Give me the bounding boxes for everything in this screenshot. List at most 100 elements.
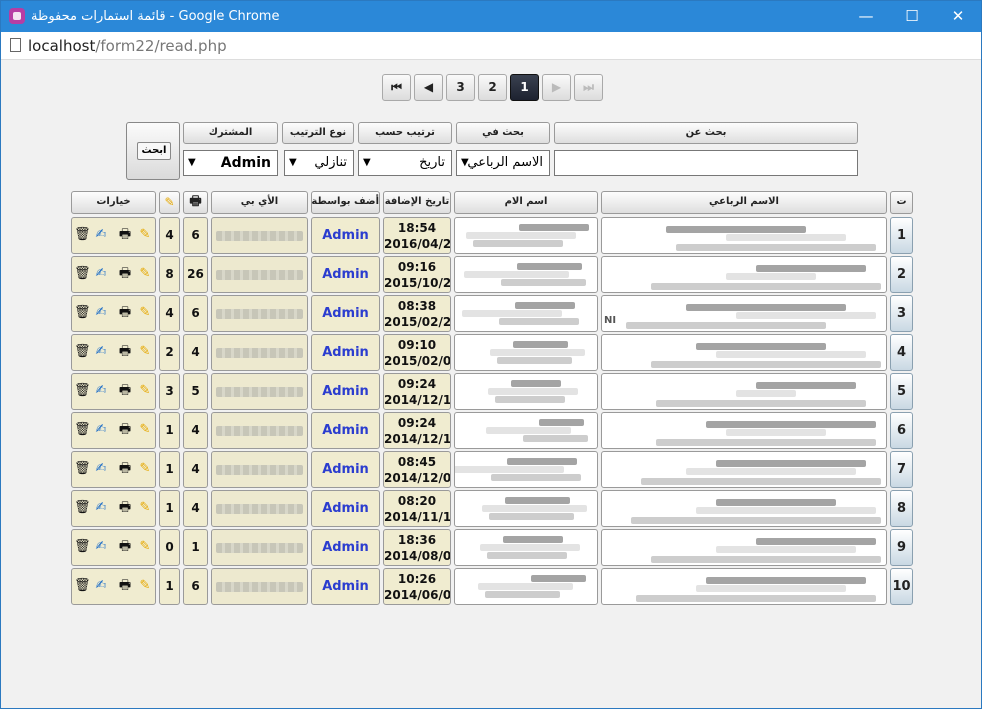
trash-icon[interactable]: 🗑 — [74, 306, 91, 320]
last-page-button[interactable]: ⏭ — [574, 74, 603, 101]
added-by-link[interactable]: Admin — [311, 334, 380, 371]
full-name-cell[interactable] — [601, 256, 887, 293]
search-in-select[interactable]: ▼ الاسم الرباعي — [456, 150, 550, 176]
added-by-link[interactable]: Admin — [311, 490, 380, 527]
full-name-cell[interactable] — [601, 217, 887, 254]
trash-icon[interactable]: 🗑 — [74, 228, 91, 242]
row-number[interactable]: 7 — [890, 451, 913, 488]
edit-doc-icon[interactable]: ✍ — [94, 228, 108, 242]
row-number[interactable]: 2 — [890, 256, 913, 293]
redacted-text — [499, 318, 579, 325]
printer-icon[interactable]: 🖶 — [118, 540, 132, 554]
trash-icon[interactable]: 🗑 — [74, 345, 91, 359]
pencil-icon[interactable]: ✎ — [138, 579, 152, 593]
trash-icon[interactable]: 🗑 — [74, 501, 91, 515]
redacted-text — [651, 361, 881, 368]
added-by-link[interactable]: Admin — [311, 451, 380, 488]
address-bar[interactable]: localhost/form22/read.php — [1, 32, 981, 60]
printer-icon[interactable]: 🖶 — [118, 267, 132, 281]
edit-doc-icon[interactable]: ✍ — [94, 267, 108, 281]
pencil-icon[interactable]: ✎ — [138, 462, 152, 476]
close-button[interactable]: ✕ — [935, 1, 981, 32]
edit-doc-icon[interactable]: ✍ — [94, 501, 108, 515]
trash-icon[interactable]: 🗑 — [74, 540, 91, 554]
trash-icon[interactable]: 🗑 — [74, 423, 91, 437]
maximize-button[interactable]: ☐ — [889, 1, 935, 32]
row-number[interactable]: 10 — [890, 568, 913, 605]
full-name-cell[interactable] — [601, 334, 887, 371]
search-button[interactable]: ابحث — [137, 142, 171, 160]
minimize-button[interactable]: — — [843, 1, 889, 32]
printer-icon[interactable]: 🖶 — [118, 345, 132, 359]
edit-doc-icon[interactable]: ✍ — [94, 462, 108, 476]
edit-doc-icon[interactable]: ✍ — [94, 540, 108, 554]
edit-count-cell: 8 — [159, 256, 180, 293]
page-button-2[interactable]: 2 — [478, 74, 507, 101]
printer-icon[interactable]: 🖶 — [118, 579, 132, 593]
added-by-link[interactable]: Admin — [311, 217, 380, 254]
trash-icon[interactable]: 🗑 — [74, 267, 91, 281]
sort-type-select[interactable]: ▼ تنازلي — [284, 150, 354, 176]
full-name-cell[interactable] — [601, 529, 887, 566]
full-name-cell[interactable] — [601, 373, 887, 410]
row-number[interactable]: 8 — [890, 490, 913, 527]
pencil-icon[interactable]: ✎ — [138, 267, 152, 281]
printer-icon[interactable]: 🖶 — [118, 423, 132, 437]
added-by-link[interactable]: Admin — [311, 256, 380, 293]
blur-overlay — [212, 569, 307, 604]
printer-icon: 🖶 — [189, 194, 202, 209]
prev-page-button[interactable]: ◀ — [414, 74, 443, 101]
search-input[interactable] — [554, 150, 858, 176]
row-number[interactable]: 9 — [890, 529, 913, 566]
full-name-cell[interactable] — [601, 451, 887, 488]
added-by-link[interactable]: Admin — [311, 412, 380, 449]
pencil-icon[interactable]: ✎ — [138, 306, 152, 320]
row-number[interactable]: 1 — [890, 217, 913, 254]
full-name-cell[interactable] — [601, 490, 887, 527]
page-button-3[interactable]: 3 — [446, 74, 475, 101]
redacted-text — [726, 234, 846, 241]
pencil-icon[interactable]: ✎ — [138, 540, 152, 554]
pencil-icon[interactable]: ✎ — [138, 501, 152, 515]
page-button-1[interactable]: 1 — [510, 74, 539, 101]
edit-doc-icon[interactable]: ✍ — [94, 306, 108, 320]
col-mother-name-header: اسم الام — [454, 191, 598, 214]
edit-doc-icon[interactable]: ✍ — [94, 579, 108, 593]
blur-overlay — [212, 218, 307, 253]
row-number[interactable]: 4 — [890, 334, 913, 371]
printer-icon[interactable]: 🖶 — [118, 462, 132, 476]
full-name-cell[interactable] — [601, 568, 887, 605]
added-time: 08:45 — [397, 455, 437, 469]
full-name-cell[interactable]: NI — [601, 295, 887, 332]
row-number[interactable]: 6 — [890, 412, 913, 449]
subscriber-select[interactable]: ▼ Admin — [183, 150, 278, 176]
added-date-cell: 09:16 2015/10/27 — [383, 256, 451, 293]
pencil-icon[interactable]: ✎ — [138, 228, 152, 242]
added-by-link[interactable]: Admin — [311, 373, 380, 410]
printer-icon[interactable]: 🖶 — [118, 501, 132, 515]
url-text[interactable]: localhost/form22/read.php — [28, 37, 227, 55]
edit-doc-icon[interactable]: ✍ — [94, 345, 108, 359]
row-number[interactable]: 3 — [890, 295, 913, 332]
printer-icon[interactable]: 🖶 — [118, 306, 132, 320]
sort-by-select[interactable]: ▼ تاريخ — [358, 150, 452, 176]
edit-doc-icon[interactable]: ✍ — [94, 423, 108, 437]
first-page-button[interactable]: ⏮ — [382, 74, 411, 101]
row-number[interactable]: 5 — [890, 373, 913, 410]
trash-icon[interactable]: 🗑 — [74, 384, 91, 398]
pencil-icon[interactable]: ✎ — [138, 423, 152, 437]
trash-icon[interactable]: 🗑 — [74, 579, 91, 593]
trash-icon[interactable]: 🗑 — [74, 462, 91, 476]
added-time: 18:54 — [397, 221, 437, 235]
full-name-cell[interactable] — [601, 412, 887, 449]
printer-icon[interactable]: 🖶 — [118, 228, 132, 242]
next-page-button[interactable]: ▶ — [542, 74, 571, 101]
pencil-icon[interactable]: ✎ — [138, 384, 152, 398]
edit-doc-icon[interactable]: ✍ — [94, 384, 108, 398]
added-by-link[interactable]: Admin — [311, 295, 380, 332]
added-by-link[interactable]: Admin — [311, 529, 380, 566]
added-by-link[interactable]: Admin — [311, 568, 380, 605]
pencil-icon[interactable]: ✎ — [138, 345, 152, 359]
printer-icon[interactable]: 🖶 — [118, 384, 132, 398]
search-in-label: بحث في — [456, 122, 550, 144]
